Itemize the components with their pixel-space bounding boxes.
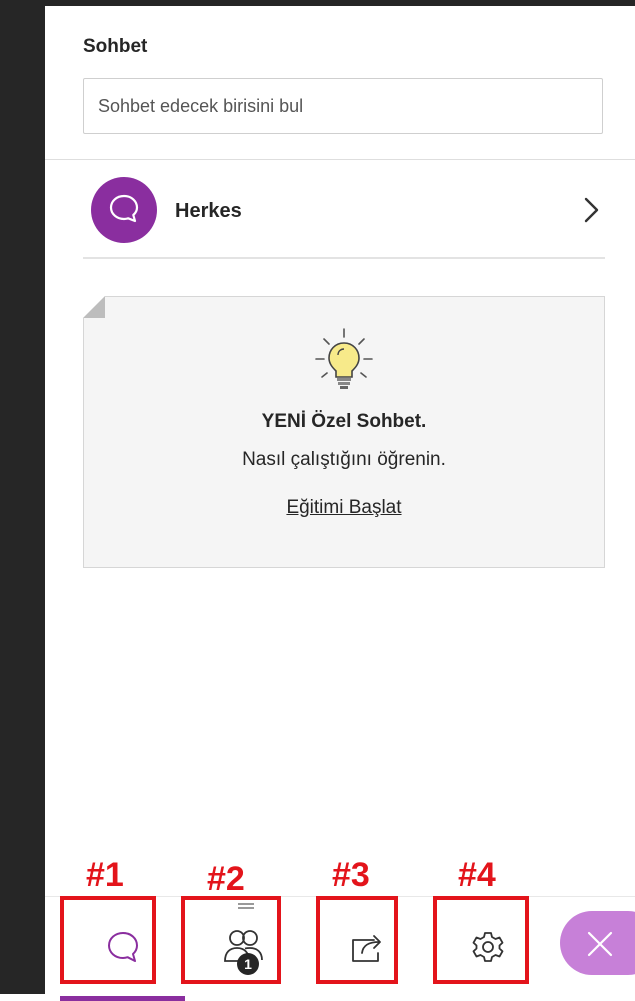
lightbulb-icon	[315, 328, 373, 389]
start-tutorial-link[interactable]: Eğitimi Başlat	[84, 497, 604, 519]
everyone-avatar	[91, 177, 157, 243]
annotation-box-2	[181, 896, 281, 984]
annotation-box-1	[60, 896, 156, 984]
divider	[45, 159, 635, 160]
annotation-label-1: #1	[86, 856, 124, 894]
folded-corner	[83, 296, 105, 318]
active-tab-indicator	[60, 996, 185, 1001]
annotation-label-3: #3	[332, 856, 370, 894]
panel-title: Sohbet	[83, 36, 148, 57]
close-panel-button[interactable]	[560, 911, 635, 975]
search-input[interactable]	[83, 78, 603, 134]
chat-panel: Sohbet Herkes	[45, 6, 635, 1001]
divider	[83, 257, 605, 259]
annotation-label-2: #2	[207, 860, 245, 898]
chat-bubble-icon	[109, 194, 139, 223]
close-icon	[587, 931, 613, 957]
annotation-label-4: #4	[458, 856, 496, 894]
private-chat-promo-card: YENİ Özel Sohbet. Nasıl çalıştığını öğre…	[83, 296, 605, 568]
left-dark-strip	[0, 0, 45, 994]
everyone-chat-item[interactable]: Herkes	[83, 174, 605, 260]
annotation-box-3	[316, 896, 398, 984]
annotation-box-4	[433, 896, 529, 984]
promo-title: YENİ Özel Sohbet.	[261, 411, 427, 432]
promo-subtitle: Nasıl çalıştığını öğrenin.	[242, 449, 446, 470]
chevron-right-icon	[584, 197, 599, 223]
everyone-label: Herkes	[175, 200, 242, 222]
